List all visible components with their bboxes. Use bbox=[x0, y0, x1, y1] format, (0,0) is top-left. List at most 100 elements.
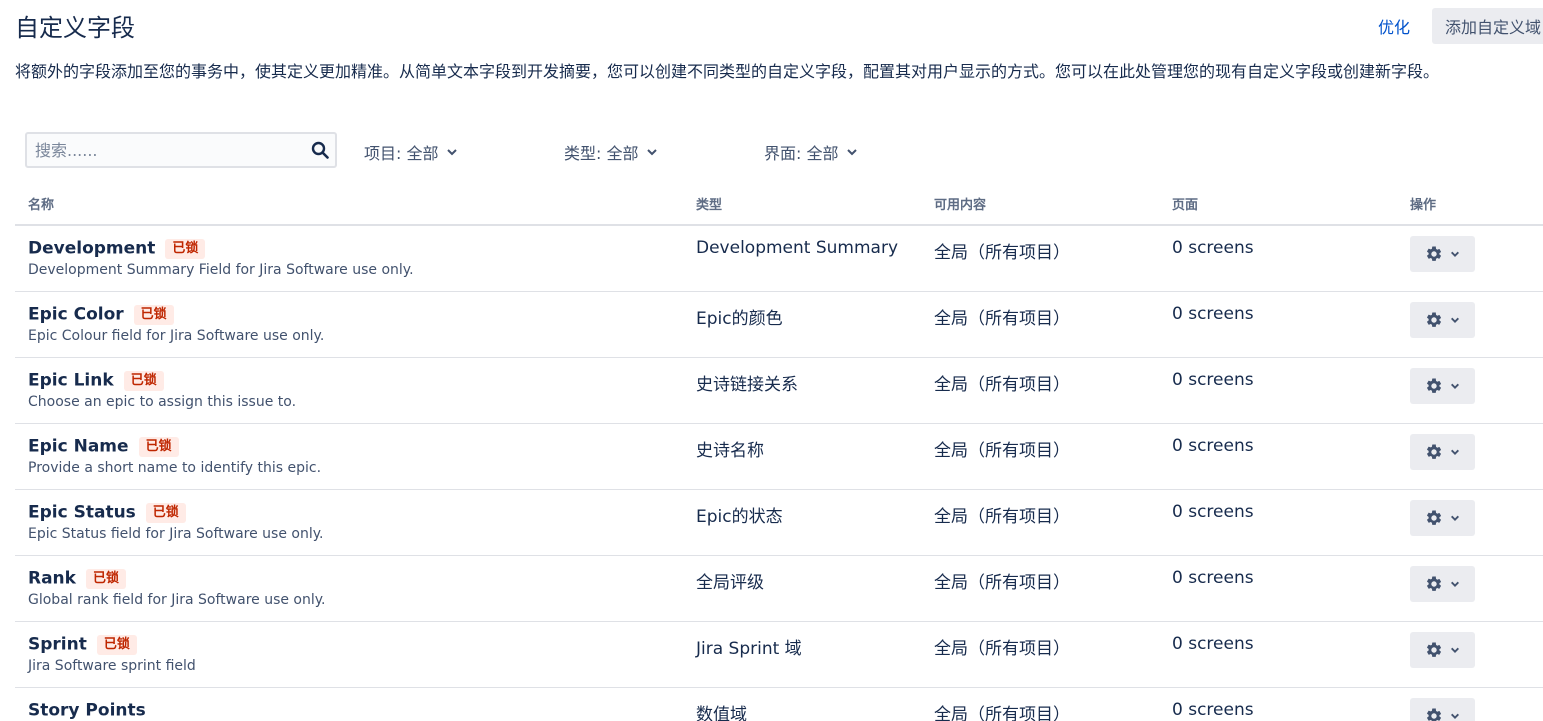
field-name-cell: Story Points bbox=[28, 700, 146, 721]
optimize-link[interactable]: 优化 bbox=[1378, 14, 1410, 38]
column-header-name: 名称 bbox=[28, 198, 55, 213]
field-context: 全局（所有项目） bbox=[934, 507, 1070, 527]
gear-icon bbox=[1427, 510, 1442, 525]
actions-button[interactable] bbox=[1410, 368, 1475, 404]
chevron-down-icon bbox=[1451, 647, 1459, 653]
locked-badge: 已锁 bbox=[145, 502, 186, 523]
field-context: 全局（所有项目） bbox=[934, 309, 1070, 329]
chevron-down-icon bbox=[1451, 515, 1459, 521]
column-header-type: 类型 bbox=[696, 198, 723, 213]
field-context: 全局（所有项目） bbox=[934, 639, 1070, 659]
gear-icon bbox=[1427, 576, 1442, 591]
search-icon[interactable] bbox=[311, 141, 329, 159]
screen-filter[interactable]: 界面: 全部 bbox=[764, 140, 858, 164]
search-box bbox=[25, 132, 337, 168]
table-row: Rank 已锁 Global rank field for Jira Softwar… bbox=[15, 556, 1543, 622]
chevron-down-icon bbox=[1451, 251, 1459, 257]
gear-icon bbox=[1427, 378, 1442, 393]
field-description: Development Summary Field for Jira Softw… bbox=[28, 262, 414, 278]
field-type: Jira Sprint 域 bbox=[696, 639, 802, 659]
field-type: 数值域 bbox=[696, 705, 747, 721]
field-description: Choose an epic to assign this issue to. bbox=[28, 394, 297, 410]
field-screens: 0 screens bbox=[1172, 304, 1254, 324]
table-row: Epic Color 已锁 Epic Colour field for Jira S… bbox=[15, 292, 1543, 358]
actions-button[interactable] bbox=[1410, 434, 1475, 470]
field-name-cell: Sprint 已锁 bbox=[28, 634, 137, 655]
locked-badge: 已锁 bbox=[165, 238, 206, 259]
field-screens: 0 screens bbox=[1172, 700, 1254, 720]
field-type: 全局评级 bbox=[696, 573, 764, 593]
field-context: 全局（所有项目） bbox=[934, 243, 1070, 263]
table-row: Epic Link 已锁 Choose an epic to assign this… bbox=[15, 358, 1543, 424]
field-name-cell: Epic Color 已锁 bbox=[28, 304, 174, 325]
table-row: Development 已锁 Development Summary Field f… bbox=[15, 226, 1543, 292]
field-name: Development bbox=[28, 238, 156, 259]
locked-badge: 已锁 bbox=[138, 436, 179, 457]
chevron-down-icon bbox=[447, 149, 458, 156]
field-context: 全局（所有项目） bbox=[934, 441, 1070, 461]
screen-filter-label: 界面: 全部 bbox=[764, 144, 839, 163]
gear-icon bbox=[1427, 246, 1442, 261]
actions-button[interactable] bbox=[1410, 698, 1475, 721]
field-screens: 0 screens bbox=[1172, 634, 1254, 654]
field-type: Epic的状态 bbox=[696, 507, 783, 527]
field-name: Epic Color bbox=[28, 304, 124, 325]
chevron-down-icon bbox=[1451, 713, 1459, 719]
locked-badge: 已锁 bbox=[96, 634, 137, 655]
type-filter[interactable]: 类型: 全部 bbox=[564, 140, 658, 164]
search-input[interactable] bbox=[35, 134, 305, 166]
field-name: Epic Status bbox=[28, 502, 136, 523]
table-row: Epic Name 已锁 Provide a short name to ident… bbox=[15, 424, 1543, 490]
field-description: Global rank field for Jira Software use … bbox=[28, 592, 326, 608]
field-screens: 0 screens bbox=[1172, 568, 1254, 588]
field-name-cell: Epic Name 已锁 bbox=[28, 436, 179, 457]
field-screens: 0 screens bbox=[1172, 502, 1254, 522]
field-context: 全局（所有项目） bbox=[934, 573, 1070, 593]
field-name: Epic Name bbox=[28, 436, 129, 457]
chevron-down-icon bbox=[1451, 383, 1459, 389]
type-filter-label: 类型: 全部 bbox=[564, 144, 639, 163]
column-header-screens: 页面 bbox=[1172, 198, 1199, 213]
field-name: Rank bbox=[28, 568, 76, 589]
field-name-cell: Epic Status 已锁 bbox=[28, 502, 186, 523]
field-description: Epic Status field for Jira Software use … bbox=[28, 526, 324, 542]
table-row: Epic Status 已锁 Epic Status field for Jira … bbox=[15, 490, 1543, 556]
field-context: 全局（所有项目） bbox=[934, 375, 1070, 395]
actions-button[interactable] bbox=[1410, 566, 1475, 602]
actions-button[interactable] bbox=[1410, 302, 1475, 338]
field-description: Epic Colour field for Jira Software use … bbox=[28, 328, 325, 344]
column-header-context: 可用内容 bbox=[934, 198, 987, 213]
field-name-cell: Development 已锁 bbox=[28, 238, 206, 259]
field-screens: 0 screens bbox=[1172, 238, 1254, 258]
actions-button[interactable] bbox=[1410, 632, 1475, 668]
gear-icon bbox=[1427, 708, 1442, 721]
field-screens: 0 screens bbox=[1172, 436, 1254, 456]
field-screens: 0 screens bbox=[1172, 370, 1254, 390]
field-name: Epic Link bbox=[28, 370, 114, 391]
project-filter[interactable]: 项目: 全部 bbox=[364, 140, 458, 164]
chevron-down-icon bbox=[847, 149, 858, 156]
field-type: Development Summary bbox=[696, 238, 898, 258]
chevron-down-icon bbox=[1451, 449, 1459, 455]
field-description: Provide a short name to identify this ep… bbox=[28, 460, 322, 476]
locked-badge: 已锁 bbox=[123, 370, 164, 391]
table-row: Sprint 已锁 Jira Software sprint field Jira S… bbox=[15, 622, 1543, 688]
chevron-down-icon bbox=[1451, 581, 1459, 587]
field-name-cell: Rank 已锁 bbox=[28, 568, 126, 589]
gear-icon bbox=[1427, 642, 1442, 657]
field-context: 全局（所有项目） bbox=[934, 705, 1070, 721]
field-name: Sprint bbox=[28, 634, 87, 655]
column-header-actions: 操作 bbox=[1410, 198, 1437, 213]
field-type: Epic的颜色 bbox=[696, 309, 783, 329]
chevron-down-icon bbox=[1451, 317, 1459, 323]
add-custom-field-button[interactable]: 添加自定义域 bbox=[1432, 8, 1543, 44]
locked-badge: 已锁 bbox=[85, 568, 126, 589]
actions-button[interactable] bbox=[1410, 236, 1475, 272]
actions-button[interactable] bbox=[1410, 500, 1475, 536]
field-type: 史诗链接关系 bbox=[696, 375, 798, 395]
field-name-cell: Epic Link 已锁 bbox=[28, 370, 164, 391]
project-filter-label: 项目: 全部 bbox=[364, 144, 439, 163]
field-type: 史诗名称 bbox=[696, 441, 764, 461]
page-title: 自定义字段 bbox=[15, 14, 135, 42]
table-row: Story Points 数值域 全局（所有项目） 0 screens bbox=[15, 688, 1543, 721]
